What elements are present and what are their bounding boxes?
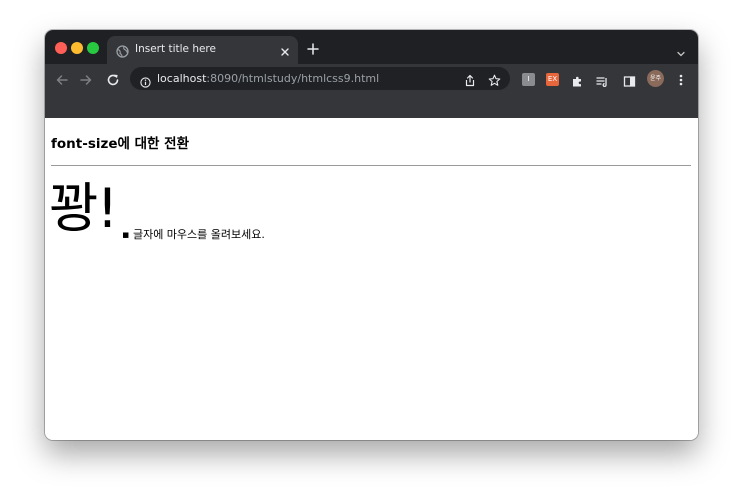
hover-hint-label: 글자에 마우스를 올려보세요. xyxy=(132,228,265,241)
url-host: localhost xyxy=(157,72,207,85)
close-tab-icon[interactable] xyxy=(279,43,291,56)
extension-ex-icon[interactable]: EX xyxy=(546,73,559,86)
browser-window: Insert title here localhost:8090/htmlstu… xyxy=(45,30,698,440)
bookmark-star-icon[interactable] xyxy=(488,72,501,86)
page-content: font-size에 대한 전환 꽝! ▪ 글자에 마우스를 올려보세요. xyxy=(45,118,698,440)
reload-icon[interactable] xyxy=(106,72,120,86)
horizontal-rule xyxy=(51,165,691,166)
side-panel-icon[interactable] xyxy=(623,73,636,87)
profile-avatar[interactable]: 윤주 xyxy=(647,70,664,87)
tab-strip: Insert title here xyxy=(45,30,698,64)
forward-arrow-icon[interactable] xyxy=(79,72,93,86)
window-minimize-button[interactable] xyxy=(71,42,83,54)
window-maximize-button[interactable] xyxy=(87,42,99,54)
extension-i-icon[interactable]: I xyxy=(522,73,535,86)
reading-list-icon[interactable] xyxy=(596,73,609,88)
extension-i-label: I xyxy=(527,75,530,83)
url-text: localhost:8090/htmlstudy/htmlcss9.html xyxy=(157,72,379,85)
address-bar[interactable]: localhost:8090/htmlstudy/htmlcss9.html xyxy=(130,67,510,90)
puzzle-extensions-icon[interactable] xyxy=(571,73,584,87)
hover-target-text[interactable]: 꽝! xyxy=(49,176,118,242)
tab-active[interactable]: Insert title here xyxy=(107,36,298,64)
bookmarks-bar xyxy=(45,94,698,118)
more-menu-icon[interactable] xyxy=(676,72,686,86)
hover-hint-text: ▪ 글자에 마우스를 올려보세요. xyxy=(122,228,265,241)
share-icon[interactable] xyxy=(464,72,476,87)
window-close-button[interactable] xyxy=(55,42,67,54)
new-tab-plus-icon[interactable] xyxy=(306,41,320,55)
tab-title: Insert title here xyxy=(135,43,216,55)
info-icon[interactable] xyxy=(140,73,151,88)
page-heading: font-size에 대한 전환 xyxy=(51,136,189,152)
globe-icon xyxy=(116,43,129,58)
url-path: :8090/htmlstudy/htmlcss9.html xyxy=(206,72,380,85)
tab-search-chevron-icon[interactable] xyxy=(676,44,686,57)
browser-toolbar: localhost:8090/htmlstudy/htmlcss9.html I… xyxy=(45,64,698,94)
extension-ex-label: EX xyxy=(547,75,558,83)
back-arrow-icon[interactable] xyxy=(55,72,69,86)
